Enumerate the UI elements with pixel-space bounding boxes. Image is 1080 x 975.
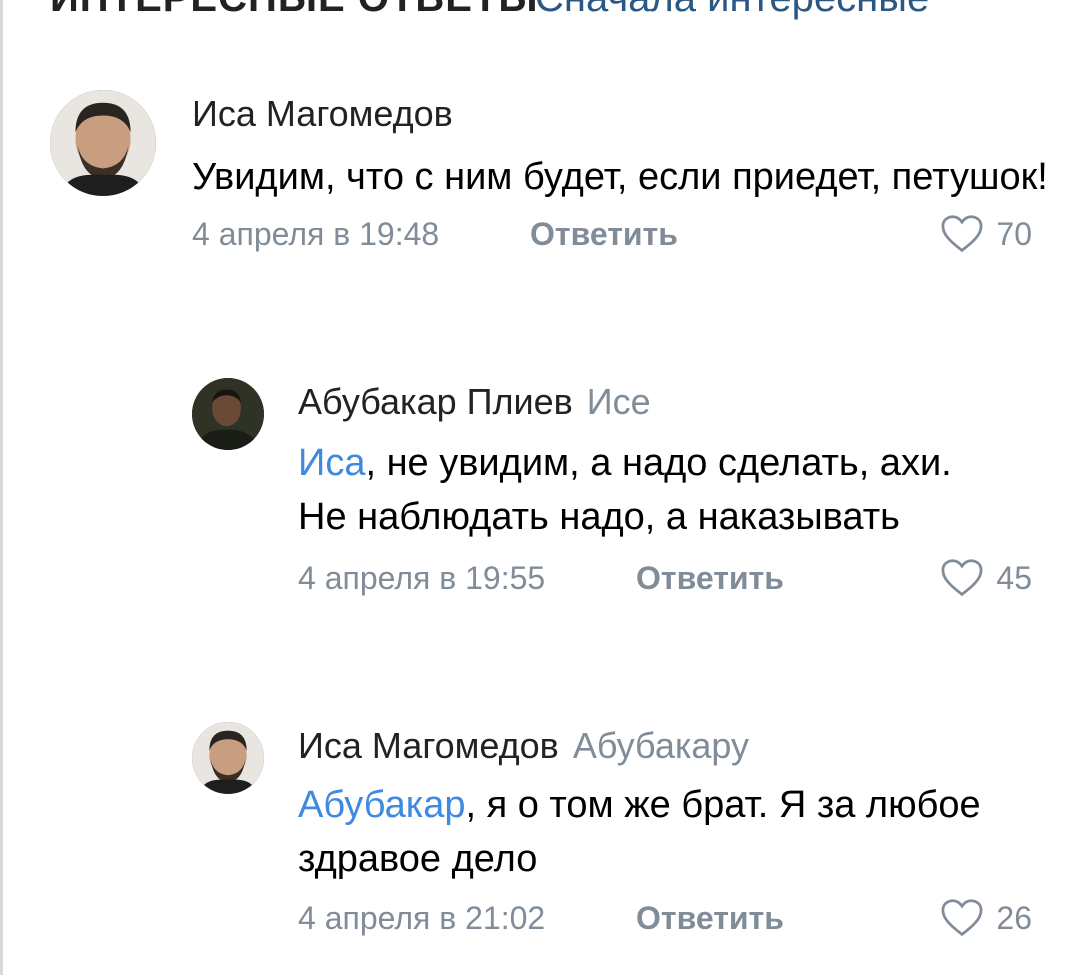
comment-meta: 4 апреля в 19:48 Ответить 70 bbox=[192, 212, 1032, 256]
reply-button[interactable]: Ответить bbox=[530, 212, 678, 256]
comment-body: Абубакар Плиев Исе Иса, не увидим, а надо… bbox=[298, 376, 1080, 600]
like-count: 70 bbox=[996, 216, 1032, 252]
author-name[interactable]: Иса Магомедов bbox=[192, 93, 453, 134]
avatar-photo-icon bbox=[192, 378, 264, 450]
author-line: Абубакар Плиев Исе bbox=[298, 380, 1080, 424]
comment-item: Иса Магомедов Абубакару Абубакар, я о том… bbox=[0, 720, 1080, 950]
mention-link[interactable]: Абубакар bbox=[298, 784, 465, 826]
heart-icon bbox=[941, 559, 983, 597]
comment-text: Увидим, что с ним будет, если приедет, п… bbox=[192, 150, 1052, 204]
reply-to-target[interactable]: Абубакару bbox=[573, 725, 749, 766]
comments-screen: ИНТЕРЕСНЫЕ ОТВЕТЫ Сначала интересные Иса… bbox=[0, 0, 1080, 975]
comment-text: Абубакар, я о том же брат. Я за любое зд… bbox=[298, 778, 998, 886]
comments-header: ИНТЕРЕСНЫЕ ОТВЕТЫ Сначала интересные bbox=[50, 0, 1080, 18]
comment-body: Иса Магомедов Абубакару Абубакар, я о том… bbox=[298, 720, 1080, 940]
reply-button[interactable]: Ответить bbox=[636, 896, 784, 940]
comment-body: Иса Магомедов Увидим, что с ним будет, е… bbox=[192, 88, 1080, 256]
comment-item: Иса Магомедов Увидим, что с ним будет, е… bbox=[0, 88, 1080, 328]
comment-meta: 4 апреля в 19:55 Ответить 45 bbox=[298, 556, 1032, 600]
reply-button[interactable]: Ответить bbox=[636, 556, 784, 600]
comment-item: Абубакар Плиев Исе Иса, не увидим, а надо… bbox=[0, 376, 1080, 666]
author-name[interactable]: Иса Магомедов bbox=[298, 725, 559, 766]
sort-order-toggle[interactable]: Сначала интересные bbox=[535, 0, 929, 18]
like-count: 26 bbox=[996, 900, 1032, 936]
heart-icon bbox=[941, 899, 983, 937]
like-button[interactable]: 26 bbox=[940, 896, 1032, 940]
comment-text-content: , не увидим, а надо сделать, ахи. Не наб… bbox=[298, 442, 952, 538]
comment-text: Иса, не увидим, а надо сделать, ахи. Не … bbox=[298, 436, 998, 544]
avatar[interactable] bbox=[192, 378, 264, 450]
like-button[interactable]: 45 bbox=[940, 556, 1032, 600]
reply-to-target[interactable]: Исе bbox=[587, 381, 651, 422]
like-count: 45 bbox=[996, 560, 1032, 596]
avatar[interactable] bbox=[192, 722, 264, 794]
comment-date: 4 апреля в 21:02 bbox=[298, 900, 546, 936]
comments-count-label: ИНТЕРЕСНЫЕ ОТВЕТЫ bbox=[50, 0, 539, 18]
author-line: Иса Магомедов Абубакару bbox=[298, 724, 1080, 768]
comment-date: 4 апреля в 19:48 bbox=[192, 216, 440, 252]
mention-link[interactable]: Иса bbox=[298, 442, 365, 484]
author-name[interactable]: Абубакар Плиев bbox=[298, 381, 573, 422]
comment-text-content: Увидим, что с ним будет, если приедет, п… bbox=[192, 156, 1048, 198]
comment-date: 4 апреля в 19:55 bbox=[298, 560, 546, 596]
comment-meta: 4 апреля в 21:02 Ответить 26 bbox=[298, 896, 1032, 940]
author-line: Иса Магомедов bbox=[192, 92, 1080, 136]
avatar-photo-icon bbox=[50, 90, 156, 196]
avatar[interactable] bbox=[50, 90, 156, 196]
avatar-photo-icon bbox=[192, 722, 264, 794]
like-button[interactable]: 70 bbox=[940, 212, 1032, 256]
heart-icon bbox=[941, 215, 983, 253]
